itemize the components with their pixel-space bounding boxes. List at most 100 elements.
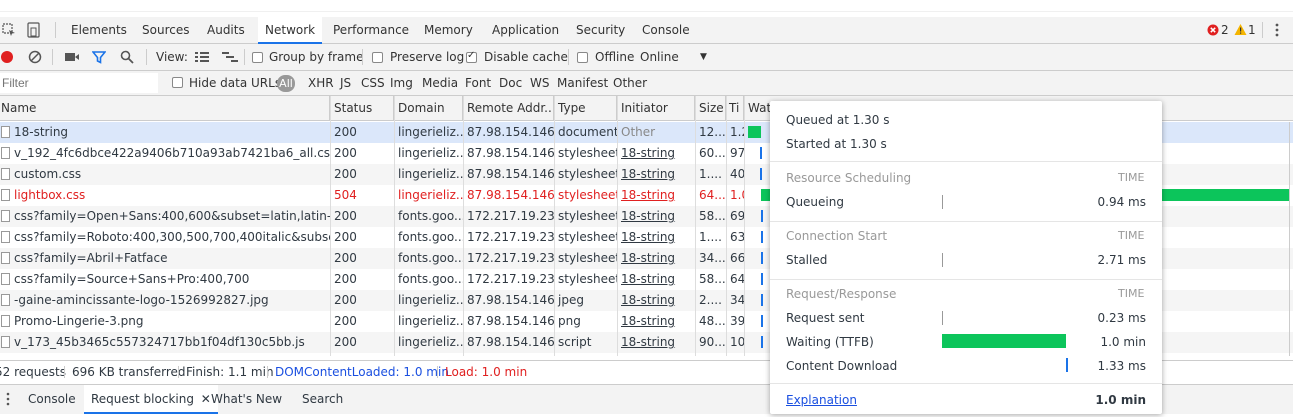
waterfall-bar[interactable] — [761, 231, 763, 243]
cell-initiator[interactable]: 18-string — [617, 311, 695, 332]
more-options-icon[interactable] — [1274, 23, 1280, 37]
filter-type-xhr[interactable]: XHR — [308, 71, 334, 96]
cell-initiator[interactable]: 18-string — [617, 332, 695, 353]
cell-initiator[interactable]: 18-string — [617, 143, 695, 164]
tab-application[interactable]: Application — [492, 17, 559, 44]
filter-type-img[interactable]: Img — [390, 71, 413, 96]
close-icon[interactable]: ✕ — [201, 392, 211, 406]
total-time: 1.0 min — [1095, 393, 1146, 407]
offline-checkbox[interactable] — [577, 52, 588, 63]
cell-initiator[interactable]: 18-string — [617, 206, 695, 227]
drawer-tab-request-blocking[interactable]: Request blocking ✕ — [84, 385, 218, 414]
warning-count[interactable]: 1 — [1248, 17, 1256, 44]
filter-type-media[interactable]: Media — [422, 71, 458, 96]
filter-type-manifest[interactable]: Manifest — [557, 71, 608, 96]
group-by-frame-checkbox[interactable] — [252, 52, 263, 63]
cell-status: 200 — [334, 125, 357, 139]
filter-type-css[interactable]: CSS — [361, 71, 385, 96]
cell-initiator[interactable]: 18-string — [617, 290, 695, 311]
cell-name[interactable]: v_192_4fc6dbce422a9406b710a93ab7421ba6_a… — [10, 143, 330, 164]
filter-type-doc[interactable]: Doc — [499, 71, 522, 96]
disable-cache-checkbox[interactable] — [466, 50, 477, 63]
filter-type-ws[interactable]: WS — [530, 71, 549, 96]
inspect-element-icon[interactable] — [2, 23, 16, 37]
filter-input[interactable] — [0, 73, 158, 93]
filter-type-all[interactable]: All — [277, 75, 295, 92]
started-at: Started at 1.30 s — [786, 137, 887, 151]
overview-icon[interactable] — [222, 52, 238, 63]
filter-type-font[interactable]: Font — [465, 71, 491, 96]
large-rows-icon[interactable] — [195, 52, 209, 63]
tab-console[interactable]: Console — [642, 17, 690, 44]
tab-sources[interactable]: Sources — [142, 17, 189, 44]
waterfall-bar-long[interactable] — [1162, 189, 1289, 201]
cell-name[interactable]: css?family=Open+Sans:400,600&subset=lati… — [10, 206, 330, 227]
drawer-tab-search[interactable]: Search — [302, 385, 343, 413]
finish-time: Finish: 1.1 min — [186, 365, 274, 379]
column-status[interactable]: Status — [330, 96, 394, 121]
tab-security[interactable]: Security — [576, 17, 625, 44]
drawer-tab-console[interactable]: Console — [28, 385, 76, 413]
cell-initiator[interactable]: 18-string — [617, 269, 695, 290]
cell-name[interactable]: lightbox.css — [10, 185, 330, 206]
timing-popover: Queued at 1.30 s Started at 1.30 s Resou… — [770, 101, 1162, 414]
cell-initiator[interactable]: 18-string — [617, 227, 695, 248]
explanation-link[interactable]: Explanation — [786, 393, 857, 407]
cell-name[interactable]: v_173_45b3465c557324717bb1f04df130c5bb.j… — [10, 332, 330, 353]
filter-type-js[interactable]: JS — [340, 71, 351, 96]
tab-audits[interactable]: Audits — [207, 17, 245, 44]
cell-initiator[interactable]: 18-string — [617, 185, 695, 206]
waterfall-bar[interactable] — [761, 294, 763, 306]
clear-icon[interactable] — [28, 50, 42, 64]
waterfall-bar[interactable] — [761, 315, 763, 327]
record-icon[interactable] — [0, 50, 14, 64]
cell-name[interactable]: 18-string — [10, 122, 330, 143]
cell-initiator[interactable]: 18-string — [617, 248, 695, 269]
column-name[interactable]: Name — [0, 96, 330, 121]
column-time[interactable]: Ti — [726, 96, 744, 121]
waterfall-bar[interactable] — [760, 168, 762, 180]
column-divider — [617, 96, 618, 356]
column-remote-address[interactable]: Remote Addr... — [463, 96, 554, 121]
chevron-down-icon[interactable]: ▼ — [700, 44, 707, 71]
tab-performance[interactable]: Performance — [333, 17, 409, 44]
column-size[interactable]: Size — [695, 96, 726, 121]
cell-size: 58... — [699, 272, 726, 286]
cell-type: stylesheet — [558, 209, 617, 223]
waterfall-bar[interactable] — [761, 273, 763, 285]
throttling-select[interactable]: Online — [640, 44, 679, 71]
drawer-menu-icon[interactable] — [6, 392, 10, 406]
tab-network[interactable]: Network — [258, 17, 323, 44]
cell-name[interactable]: -gaine-amincissante-logo-1526992827.jpg — [10, 290, 330, 311]
tab-memory[interactable]: Memory — [424, 17, 473, 44]
tab-elements[interactable]: Elements — [71, 17, 127, 44]
queueing-value: 0.94 ms — [1097, 195, 1146, 209]
cell-name[interactable]: css?family=Abril+Fatface — [10, 248, 330, 269]
cell-name[interactable]: Promo-Lingerie-3.png — [10, 311, 330, 332]
preserve-log-checkbox[interactable] — [372, 52, 383, 63]
error-count[interactable]: 2 — [1221, 17, 1229, 44]
cell-remote: 87.98.154.146... — [467, 293, 554, 307]
waterfall-bar[interactable] — [760, 147, 762, 159]
column-domain[interactable]: Domain — [394, 96, 463, 121]
cell-initiator[interactable]: 18-string — [617, 164, 695, 185]
filter-type-other[interactable]: Other — [613, 71, 647, 96]
waterfall-bar[interactable] — [761, 252, 763, 264]
device-toolbar-icon[interactable] — [26, 22, 42, 38]
cell-domain: fonts.goo... — [398, 209, 463, 223]
capture-screenshots-icon[interactable] — [64, 51, 80, 63]
cell-name[interactable]: custom.css — [10, 164, 330, 185]
column-initiator[interactable]: Initiator — [617, 96, 695, 121]
waterfall-bar[interactable] — [761, 336, 763, 348]
column-type[interactable]: Type — [554, 96, 617, 121]
drawer-tab-whats-new[interactable]: What's New — [211, 385, 282, 413]
cell-name[interactable]: css?family=Source+Sans+Pro:400,700 — [10, 269, 330, 290]
filter-icon[interactable] — [92, 50, 106, 64]
cell-initiator[interactable]: Other — [617, 122, 695, 143]
search-icon[interactable] — [120, 50, 134, 64]
status-separator — [437, 366, 438, 378]
waterfall-bar[interactable] — [748, 126, 761, 138]
hide-data-urls-checkbox[interactable] — [172, 77, 183, 88]
cell-name[interactable]: css?family=Roboto:400,300,500,700,400ita… — [10, 227, 330, 248]
waterfall-bar[interactable] — [761, 210, 763, 222]
